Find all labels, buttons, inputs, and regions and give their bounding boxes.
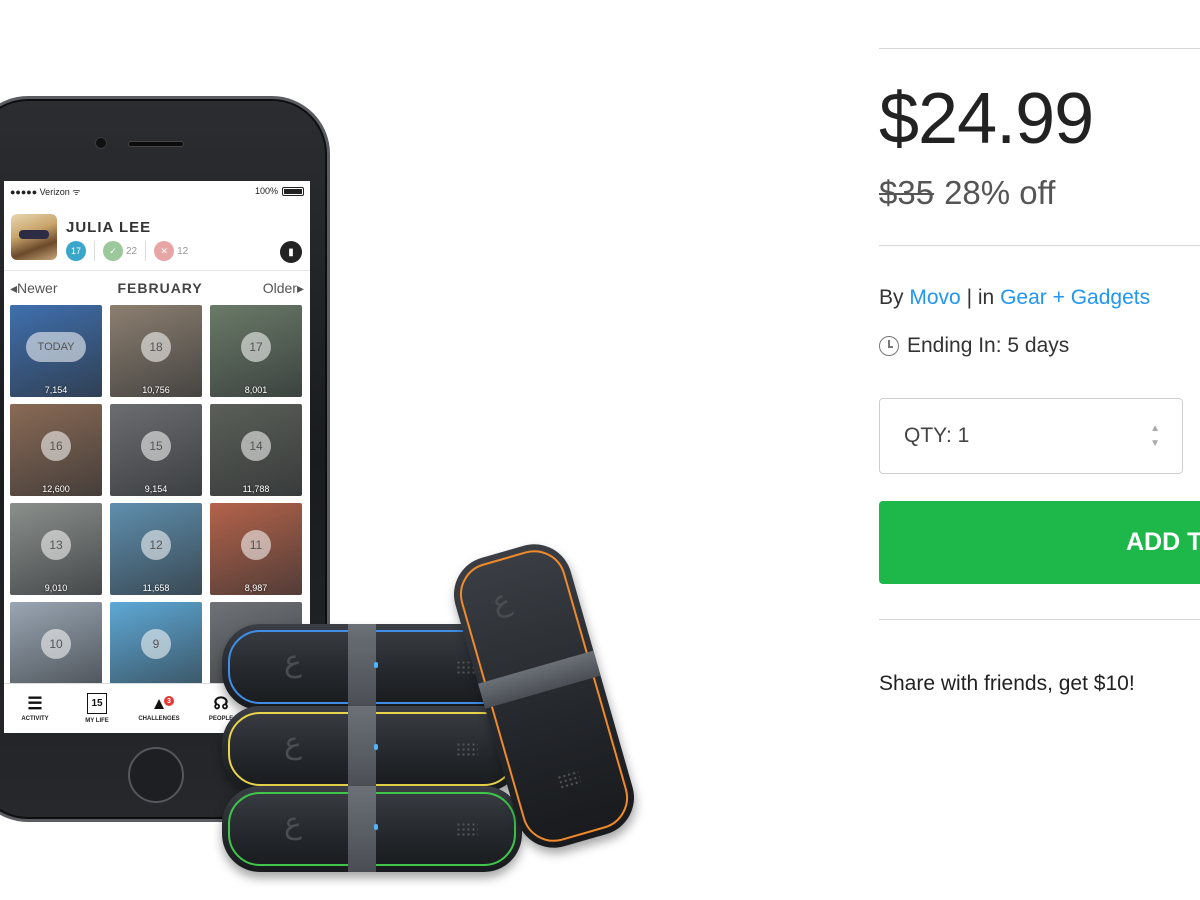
movo-logo-icon: ع <box>284 807 302 840</box>
profile-name: JULIA LEE <box>66 219 152 236</box>
byline-separator: | <box>966 286 973 309</box>
tile-day: TODAY <box>26 332 86 363</box>
byline: By Movo | in Gear + Gadgets <box>879 286 1150 310</box>
tile-steps: 11,788 <box>242 484 270 494</box>
tile-steps: 10,756 <box>142 385 170 395</box>
photo-tile[interactable]: 13 9,010 <box>10 503 102 595</box>
in-label: in <box>977 286 995 309</box>
photo-tile[interactable]: 12 11,658 <box>110 503 202 595</box>
month-title: FEBRUARY <box>117 280 203 296</box>
photo-tile[interactable]: 17 8,001 <box>210 305 302 397</box>
status-bar: ●●●●● Verizon ᯤ 100% <box>4 181 310 201</box>
tile-day: 16 <box>41 431 71 462</box>
add-to-cart-button[interactable]: ADD T <box>879 501 1200 584</box>
share-text[interactable]: Share with friends, get $10! <box>879 672 1135 696</box>
battery-indicator: 100% <box>255 186 304 196</box>
deal-panel: $24.99 $35 28% off By Movo | in Gear + G… <box>879 0 1200 900</box>
ending-row: Ending In: 5 days <box>879 334 1069 358</box>
avatar <box>11 214 57 260</box>
movo-logo-icon: ع <box>284 645 302 678</box>
battery-text: 100% <box>254 186 278 196</box>
category-link[interactable]: Gear + Gadgets <box>1000 286 1150 309</box>
stat-missed-count: 12 <box>177 245 189 257</box>
led-icon <box>374 662 378 668</box>
led-icon <box>374 744 378 750</box>
quantity-select[interactable]: QTY: 1 ▲ ▼ <box>879 398 1183 474</box>
divider <box>879 48 1200 49</box>
vendor-link[interactable]: Movo <box>909 286 960 309</box>
older-link[interactable]: Older▸ <box>263 280 304 297</box>
photo-tile[interactable]: 15 9,154 <box>110 404 202 496</box>
tab-activity[interactable]: ☰ ACTIVITY <box>4 684 66 733</box>
alert-badge: 3 <box>164 696 174 706</box>
movo-logo-icon: ع <box>284 727 302 760</box>
tile-steps: 9,154 <box>144 484 168 494</box>
led-icon <box>374 824 378 830</box>
tile-steps: 9,010 <box>44 583 68 593</box>
profile-header: JULIA LEE 17 ✓ 22 ✕ 12 ▮ <box>4 201 310 271</box>
tile-day: 12 <box>141 530 171 561</box>
photo-tile[interactable]: 10 <box>10 602 102 694</box>
updown-arrows-icon: ▲ ▼ <box>1150 422 1160 449</box>
check-icon: ✓ <box>103 241 123 261</box>
goal-badge: 17 <box>66 241 86 261</box>
clock-icon <box>879 336 899 356</box>
tile-steps: 12,600 <box>42 484 70 494</box>
photo-tile[interactable]: TODAY 7,154 <box>10 305 102 397</box>
bar-chart-icon[interactable]: ▮ <box>280 241 302 263</box>
by-label: By <box>879 286 904 309</box>
photo-tile[interactable]: 14 11,788 <box>210 404 302 496</box>
tile-day: 11 <box>241 530 271 561</box>
tile-steps: 11,658 <box>142 583 170 593</box>
tile-day: 13 <box>41 530 71 561</box>
quantity-label: QTY: 1 <box>904 424 970 447</box>
tab-label: MY LIFE <box>85 718 109 724</box>
tile-steps: 8,001 <box>244 385 268 395</box>
tile-day: 15 <box>141 431 171 462</box>
photo-tile[interactable]: 16 12,600 <box>10 404 102 496</box>
stats-row: 17 ✓ 22 ✕ 12 <box>66 241 188 261</box>
x-icon: ✕ <box>154 241 175 261</box>
carrier-text: ●●●●● Verizon ᯤ <box>10 186 81 197</box>
sale-price: $24.99 <box>879 79 1094 159</box>
tile-day: 18 <box>141 332 171 363</box>
ending-text: Ending In: 5 days <box>907 334 1070 357</box>
band-green: ع <box>222 786 522 872</box>
tab-my-life[interactable]: 15 MY LIFE <box>66 684 128 733</box>
divider <box>879 245 1200 246</box>
tab-icon: ☊ <box>213 694 229 713</box>
tile-day: 9 <box>141 629 171 660</box>
original-price: $35 <box>879 174 935 211</box>
tab-icon: 15 <box>87 693 107 714</box>
photo-tile[interactable]: 9 <box>110 602 202 694</box>
tile-day: 10 <box>41 629 71 660</box>
stat-complete-count: 22 <box>126 245 138 257</box>
photo-tile[interactable]: 18 10,756 <box>110 305 202 397</box>
speaker-icon <box>128 141 184 147</box>
home-button-icon <box>128 747 184 803</box>
discount-text: 28% off <box>944 174 1056 211</box>
tile-day: 14 <box>241 431 271 462</box>
stat-missed: ✕ 12 <box>154 241 188 261</box>
month-nav: ◂Newer FEBRUARY Older▸ <box>4 271 310 305</box>
price-comparison: $35 28% off <box>879 174 1055 212</box>
band-yellow: ع <box>222 706 522 792</box>
tile-steps: 7,154 <box>44 385 68 395</box>
product-image: ●●●●● Verizon ᯤ 100% JULIA LEE 17 ✓ 22 ✕… <box>0 0 860 900</box>
tab-label: CHALLENGES <box>138 716 180 722</box>
battery-icon <box>282 186 304 196</box>
tile-steps: 8,987 <box>244 583 268 593</box>
tile-day: 17 <box>241 332 271 363</box>
stat-complete: ✓ 22 <box>103 241 137 261</box>
divider <box>879 619 1200 620</box>
tab-icon: ☰ <box>27 694 43 713</box>
photo-tile[interactable]: 11 8,987 <box>210 503 302 595</box>
newer-link[interactable]: ◂Newer <box>10 280 57 297</box>
camera-icon <box>95 137 107 149</box>
tab-challenges[interactable]: ▲ 3 CHALLENGES <box>128 684 190 733</box>
tab-label: ACTIVITY <box>21 716 49 722</box>
stat-goals: 17 <box>66 241 86 261</box>
add-to-cart-label: ADD T <box>1126 528 1200 556</box>
